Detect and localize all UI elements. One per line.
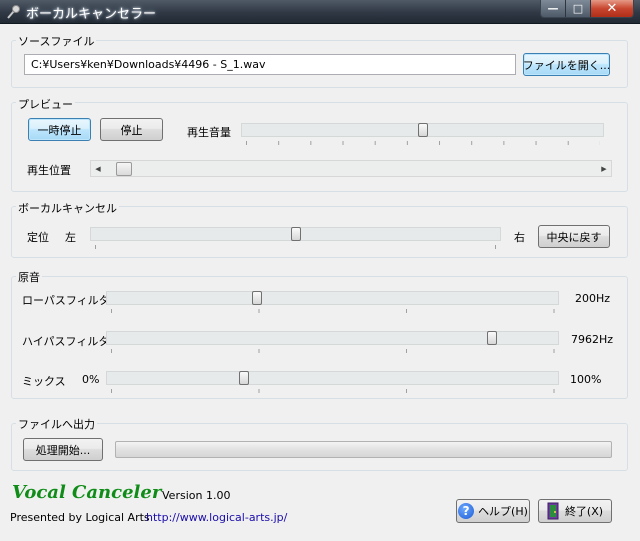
mix-min-value: 0%	[82, 373, 100, 386]
balance-slider-ticks	[95, 245, 497, 249]
balance-label: 定位	[27, 231, 49, 244]
source-path-field[interactable]: C:¥Users¥ken¥Downloads¥4496 - S_1.wav	[24, 54, 516, 75]
minimize-button[interactable]: —	[541, 0, 566, 17]
output-progress-bar	[115, 441, 612, 458]
lowpass-value: 200Hz	[575, 292, 611, 305]
help-button-label: ヘルプ(H)	[478, 505, 528, 518]
preview-group	[11, 102, 628, 192]
window-controls: — □ ✕	[540, 0, 634, 18]
exit-door-icon	[547, 502, 561, 520]
microphone-icon	[7, 5, 20, 19]
process-start-button[interactable]: 処理開始...	[23, 438, 103, 461]
presented-by-text: Presented by Logical Arts	[10, 511, 150, 524]
exit-button-label: 終了(X)	[564, 505, 604, 518]
original-sound-group-label: 原音	[16, 269, 42, 285]
lowpass-slider-thumb[interactable]	[252, 291, 263, 305]
volume-slider-thumb[interactable]	[417, 123, 428, 137]
balance-left-label: 左	[65, 231, 76, 244]
position-scrollbar-thumb[interactable]	[115, 162, 132, 176]
balance-slider-thumb[interactable]	[290, 227, 301, 241]
exit-button[interactable]: 終了(X)	[538, 499, 612, 523]
position-scrollbar[interactable]: ◀ ▶	[90, 160, 612, 177]
scroll-right-arrow-icon[interactable]: ▶	[597, 161, 611, 176]
pause-button[interactable]: 一時停止	[28, 118, 91, 141]
app-name-logo: Vocal Canceler	[12, 482, 162, 503]
mix-label: ミックス	[22, 375, 66, 388]
vocal-cancel-group-label: ボーカルキャンセル	[16, 200, 119, 216]
version-text: Version 1.00	[162, 489, 231, 502]
highpass-slider-thumb[interactable]	[486, 331, 497, 345]
mix-slider-ticks	[111, 389, 555, 393]
help-icon: ?	[458, 503, 475, 519]
website-link[interactable]: http://www.logical-arts.jp/	[146, 511, 287, 524]
balance-right-label: 右	[514, 231, 525, 244]
preview-group-label: プレビュー	[16, 96, 75, 112]
mix-slider-thumb[interactable]	[238, 371, 249, 385]
position-label: 再生位置	[27, 164, 71, 177]
close-button[interactable]: ✕	[591, 0, 633, 17]
title-bar[interactable]: ボーカルキャンセラー — □ ✕	[0, 0, 640, 24]
stop-button[interactable]: 停止	[100, 118, 163, 141]
output-group-label: ファイルへ出力	[16, 416, 97, 432]
source-file-group-label: ソースファイル	[16, 33, 97, 49]
center-reset-button[interactable]: 中央に戻す	[538, 225, 610, 248]
open-file-button[interactable]: ファイルを開く...	[523, 53, 610, 76]
window-title: ボーカルキャンセラー	[26, 7, 157, 22]
lowpass-slider-ticks	[111, 309, 555, 313]
lowpass-slider-track	[106, 291, 559, 305]
scroll-left-arrow-icon[interactable]: ◀	[91, 161, 105, 176]
highpass-slider-ticks	[111, 349, 555, 353]
maximize-button[interactable]: □	[566, 0, 591, 17]
mix-slider-track	[106, 371, 559, 385]
lowpass-label: ローパスフィルタ	[22, 294, 110, 307]
help-button[interactable]: ? ヘルプ(H)	[456, 499, 530, 523]
highpass-value: 7962Hz	[571, 333, 614, 346]
volume-label: 再生音量	[187, 126, 231, 139]
mix-max-value: 100%	[570, 373, 602, 386]
volume-slider-ticks	[246, 141, 600, 145]
highpass-label: ハイパスフィルタ	[22, 335, 110, 348]
